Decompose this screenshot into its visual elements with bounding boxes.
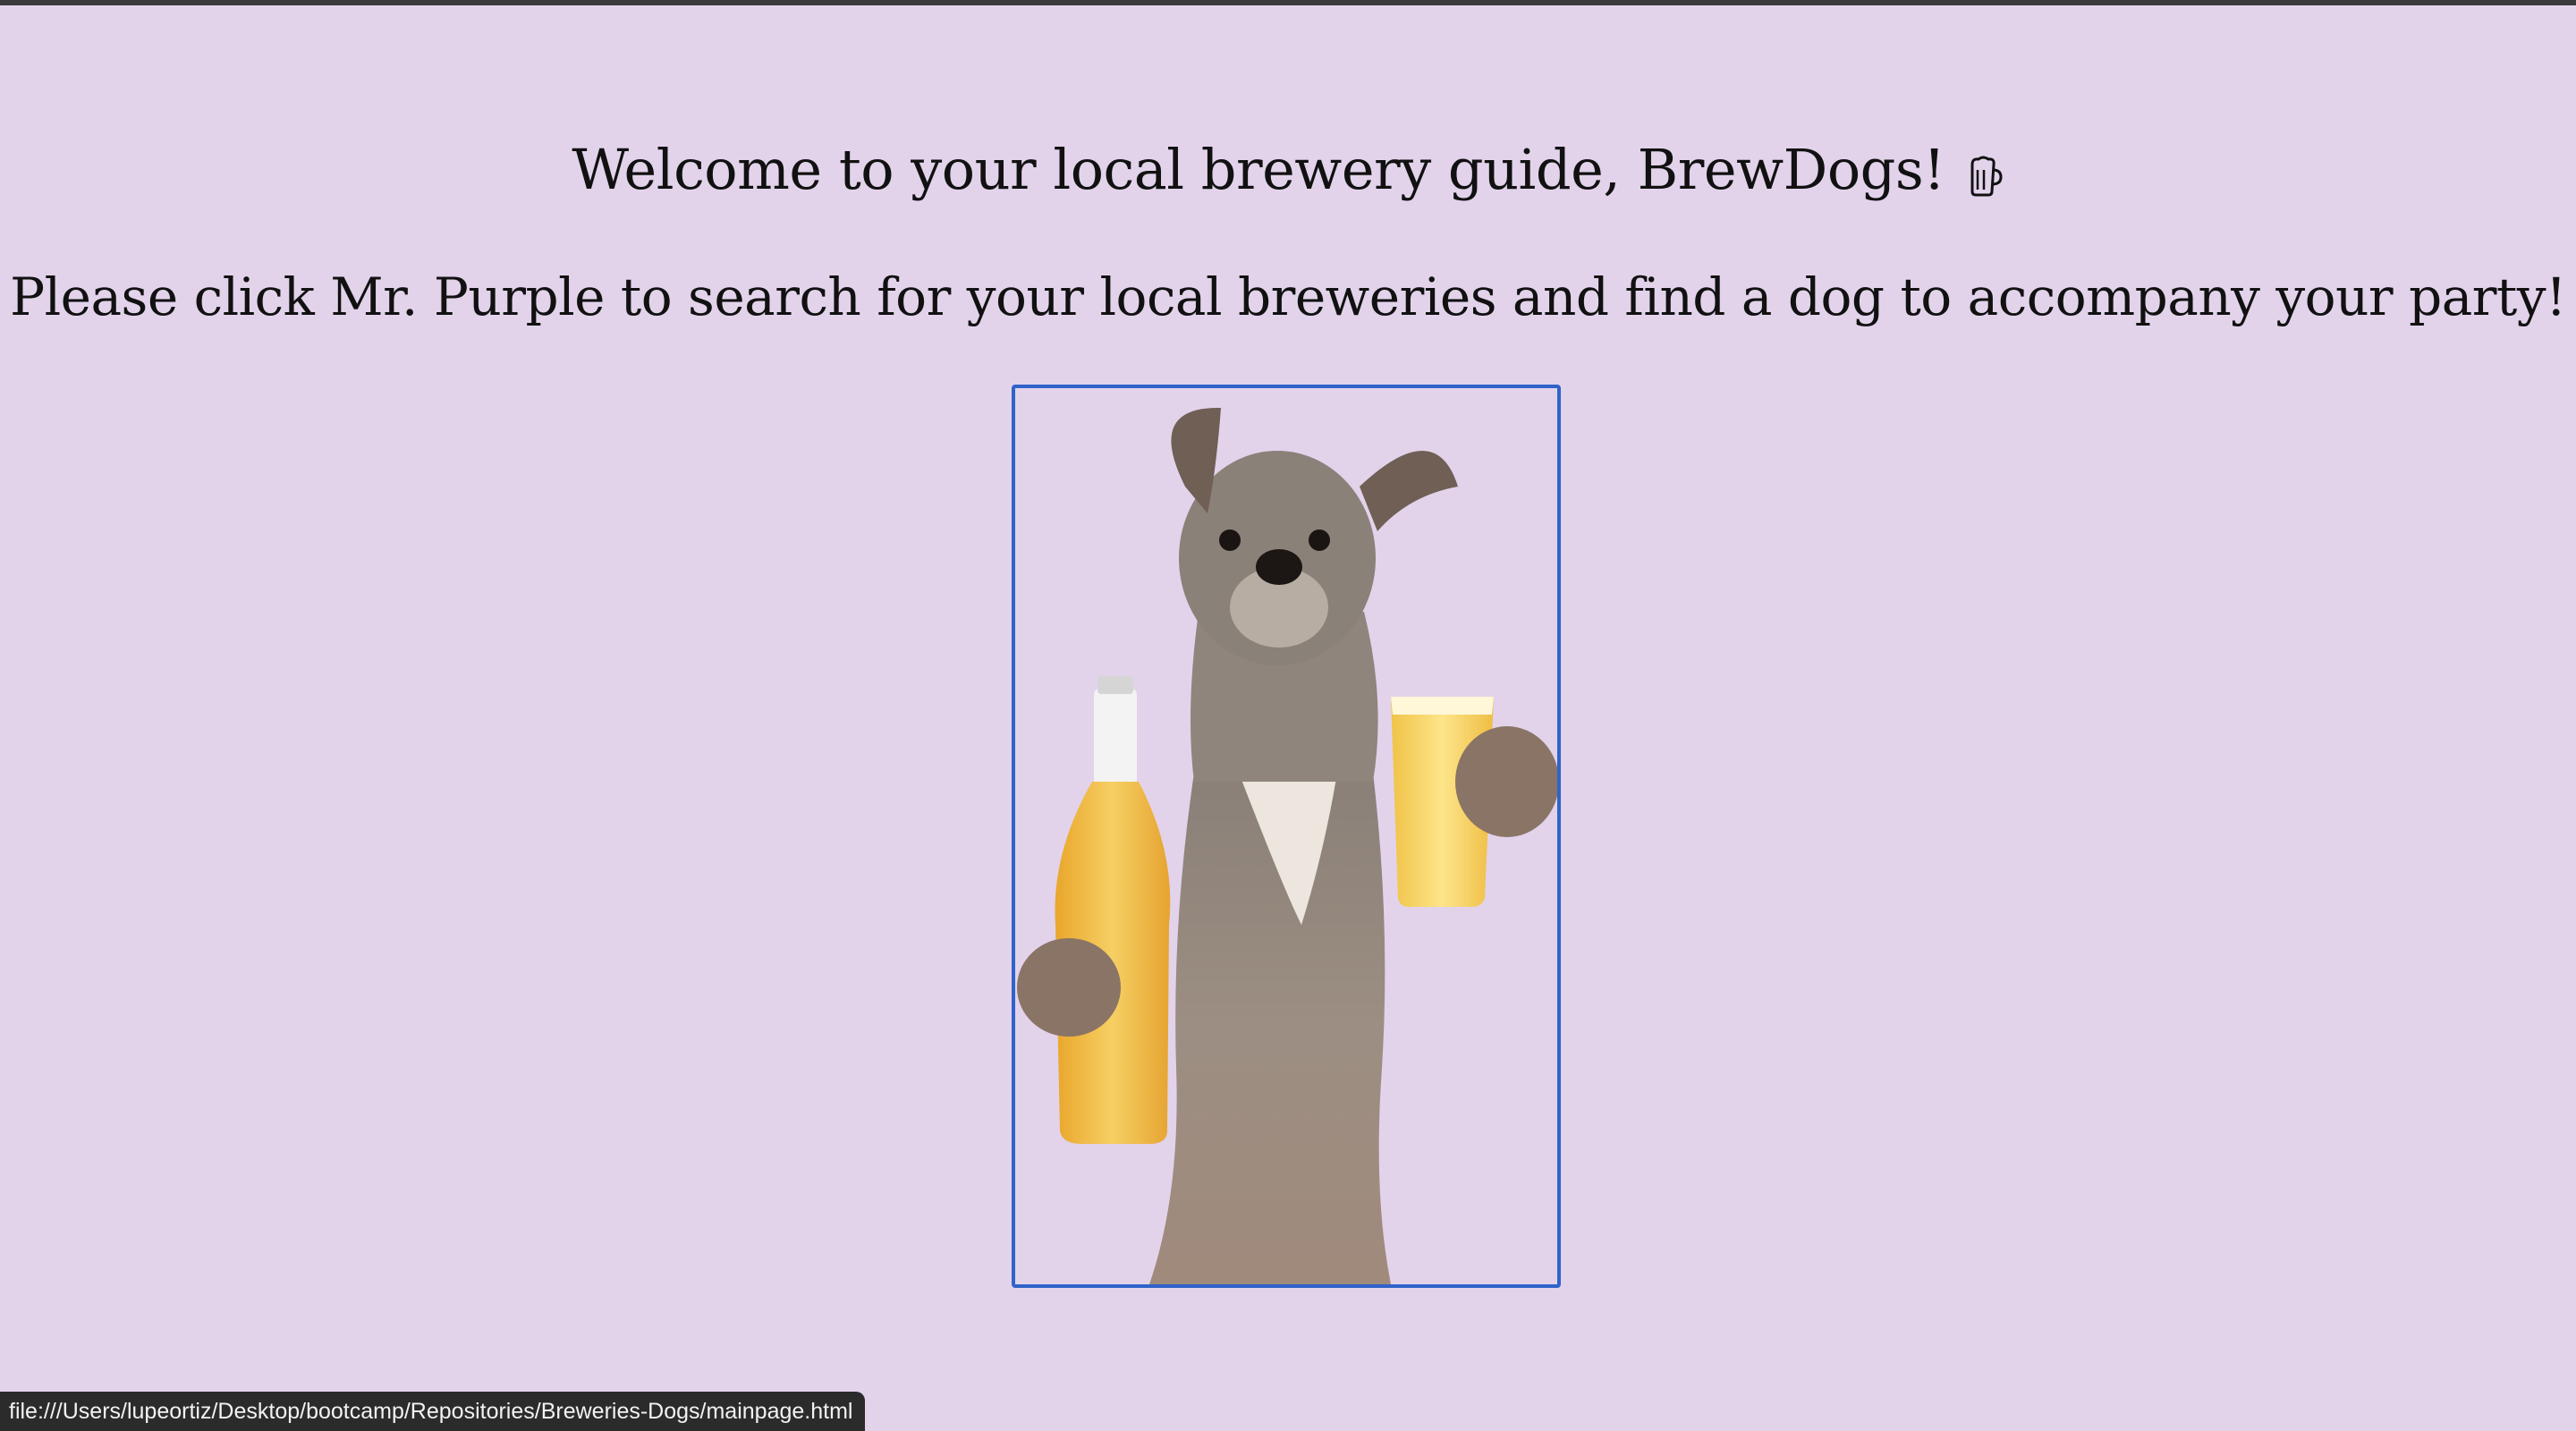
beer-mug-icon [1965,142,2004,197]
welcome-heading: Welcome to your local brewery guide, Bre… [0,132,2576,207]
instruction-text: Please click Mr. Purple to search for yo… [10,267,2566,327]
status-bar-url: file:///Users/lupeortiz/Desktop/bootcamp… [0,1392,866,1431]
window-top-edge [0,0,2576,5]
mr-purple-dog-button[interactable] [1012,385,1561,1288]
dog-with-beer-image [1017,407,1557,1284]
welcome-text: Welcome to your local brewery guide, Bre… [572,137,1945,202]
